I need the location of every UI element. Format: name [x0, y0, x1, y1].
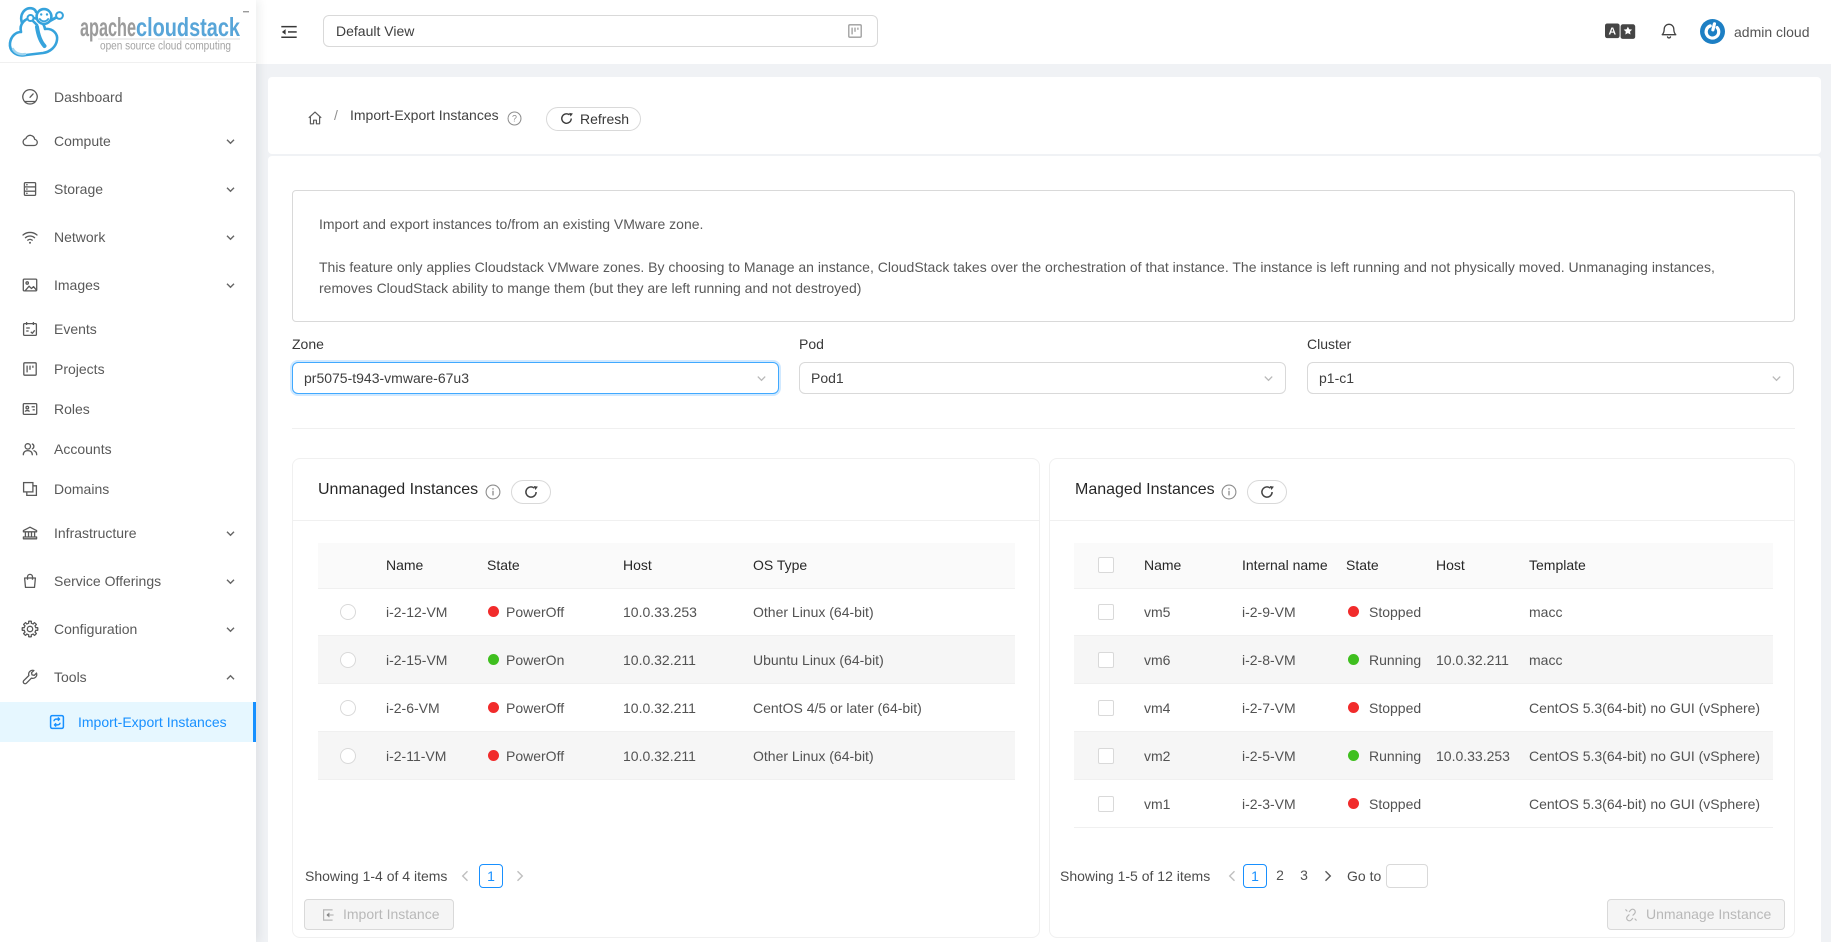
- svg-text:cloudstack: cloudstack: [136, 12, 240, 42]
- svg-text:?: ?: [512, 114, 517, 124]
- svg-text:A: A: [1609, 26, 1617, 38]
- svg-text:open source cloud computing: open source cloud computing: [100, 41, 231, 53]
- svg-text:apache: apache: [80, 12, 136, 42]
